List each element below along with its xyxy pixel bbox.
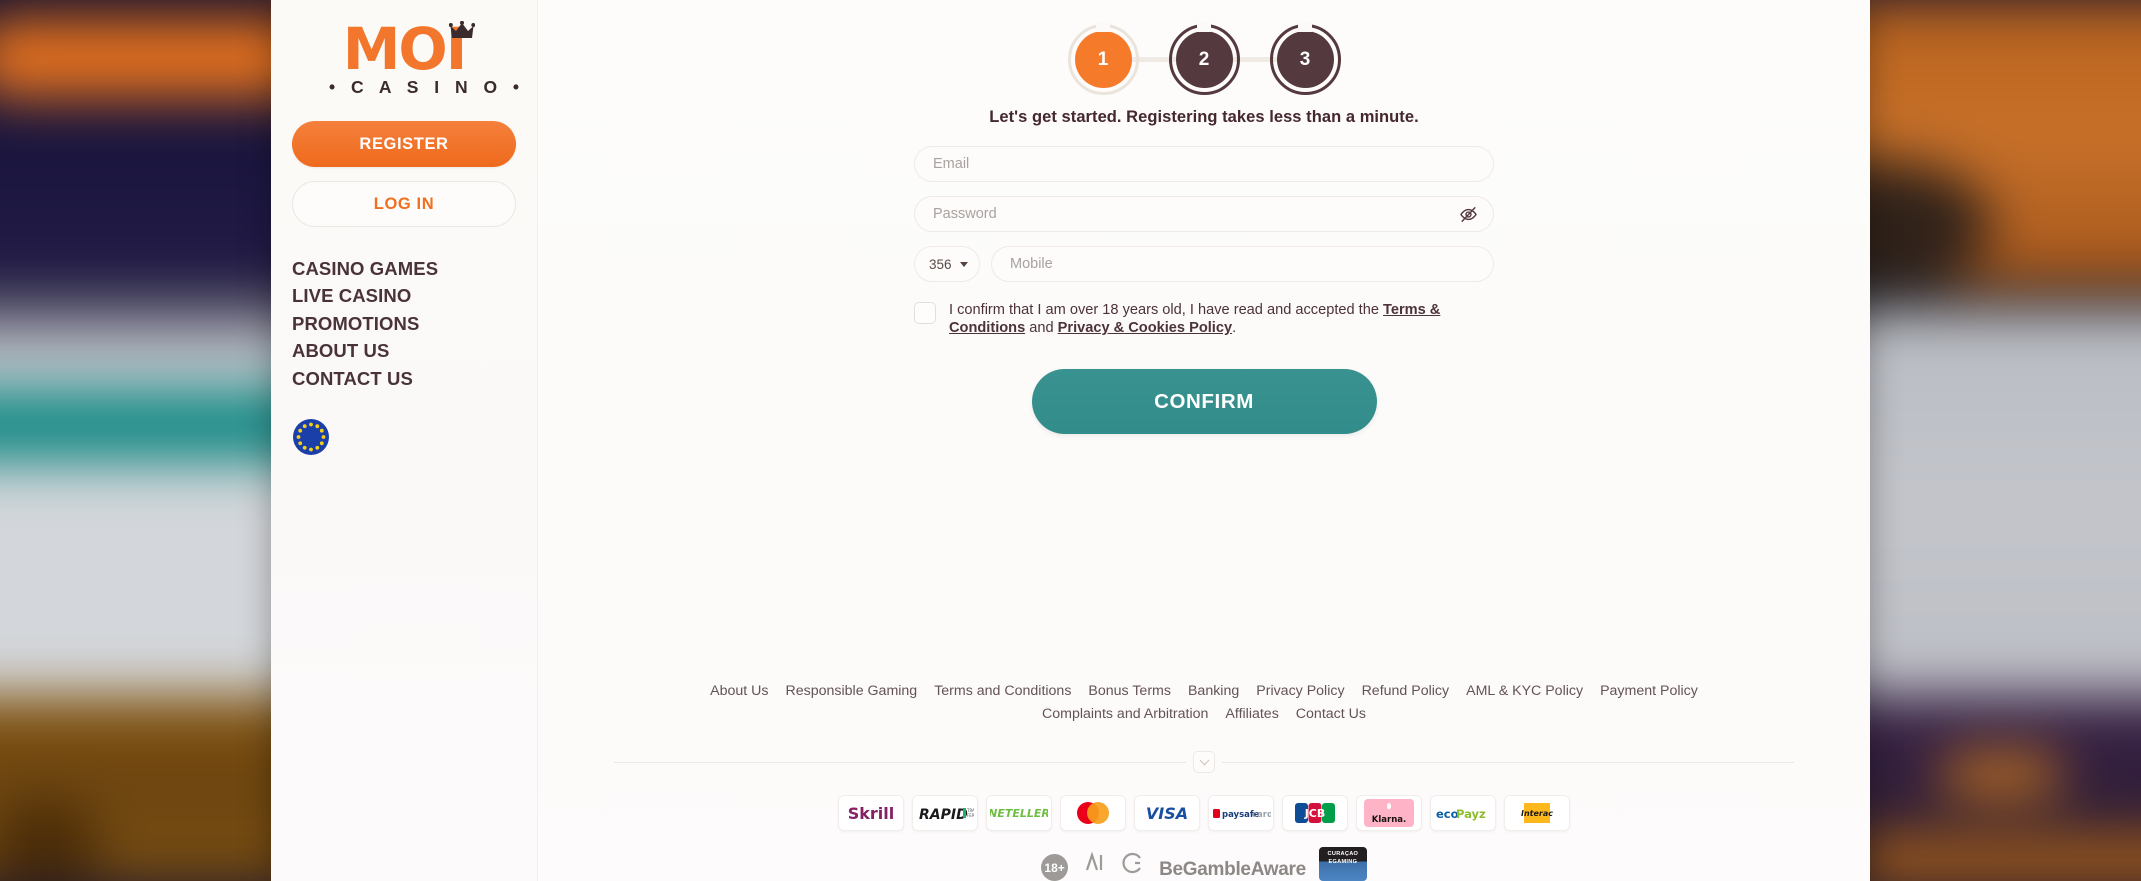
- footer-link-about-us[interactable]: About Us: [710, 681, 768, 702]
- login-button[interactable]: LOG IN: [292, 181, 516, 227]
- gamcare-icon: [1120, 850, 1146, 881]
- chevron-down-icon: [960, 261, 968, 267]
- trust-badges: 18+ BeGambleAware CURAÇAO EGAMING: [538, 847, 1870, 881]
- divider-line-left: [614, 761, 1186, 763]
- footer-link-aml-kyc-policy[interactable]: AML & KYC Policy: [1466, 681, 1583, 702]
- svg-text:JCB: JCB: [1304, 807, 1326, 820]
- footer-divider: [614, 751, 1794, 773]
- svg-text:Interac: Interac: [1521, 809, 1553, 818]
- svg-text:NETELLER: NETELLER: [990, 807, 1048, 820]
- payment-logo-skrill: Skrill: [838, 795, 904, 831]
- payment-logo-neteller: NETELLER: [986, 795, 1052, 831]
- confirm-row: CONFIRM: [914, 369, 1494, 435]
- license-line-1: CURAÇAO: [1327, 851, 1359, 857]
- svg-text:VISA: VISA: [1146, 804, 1188, 823]
- svg-text:Klarna.: Klarna.: [1372, 815, 1406, 825]
- eye-off-icon[interactable]: [1457, 203, 1479, 225]
- step-1[interactable]: 1: [1067, 24, 1139, 95]
- register-button[interactable]: REGISTER: [292, 121, 516, 167]
- svg-text:Payz: Payz: [1456, 807, 1486, 821]
- step-1-ring: [1067, 24, 1139, 95]
- payment-logo-visa: VISA: [1134, 795, 1200, 831]
- svg-text:Skrill: Skrill: [848, 804, 895, 823]
- phone-row: 356: [914, 246, 1494, 282]
- jester-crown-icon: [448, 20, 476, 46]
- sidebar-nav: CASINO GAMES LIVE CASINO PROMOTIONS ABOU…: [292, 255, 516, 393]
- curacao-egaming-license-badge[interactable]: CURAÇAO EGAMING: [1318, 847, 1367, 881]
- gamstop-icon: [1081, 850, 1107, 881]
- sidebar-item-contact-us[interactable]: CONTACT US: [292, 365, 516, 393]
- consent-prefix: I confirm that I am over 18 years old, I…: [949, 302, 1384, 318]
- country-code-value: 356: [929, 256, 952, 272]
- footer-link-affiliates[interactable]: Affiliates: [1225, 704, 1278, 725]
- svg-text:FER: FER: [967, 813, 974, 818]
- payment-methods: Skrill RAPIDTRANSFER NETELLER VISA paysa…: [538, 795, 1870, 831]
- footer-link-bonus-terms[interactable]: Bonus Terms: [1088, 681, 1171, 702]
- password-field-wrapper[interactable]: [914, 196, 1494, 232]
- registration-form: 356 I confirm that I am over 18 years ol…: [914, 146, 1494, 435]
- confirm-button[interactable]: CONFIRM: [1031, 369, 1377, 435]
- license-line-2: EGAMING: [1328, 858, 1358, 865]
- mobile-input[interactable]: [1010, 247, 1475, 281]
- registration-panel: 1 2 3 Let's get started. Registering tak…: [537, 0, 1870, 881]
- consent-text: I confirm that I am over 18 years old, I…: [949, 300, 1494, 337]
- registration-tagline: Let's get started. Registering takes les…: [989, 108, 1419, 126]
- payment-logo-mastercard: [1060, 795, 1126, 831]
- footer-link-banking[interactable]: Banking: [1188, 681, 1239, 702]
- svg-text:RAPID: RAPID: [919, 807, 968, 823]
- footer-link-responsible-gaming[interactable]: Responsible Gaming: [786, 681, 918, 702]
- step-3-ring: [1269, 24, 1341, 95]
- age-18-plus-icon: 18+: [1041, 854, 1069, 881]
- chevron-down-icon[interactable]: [1193, 751, 1215, 773]
- payment-logo-klarna: Klarna.: [1356, 795, 1422, 831]
- step-3[interactable]: 3: [1269, 24, 1341, 95]
- eu-flag-icon[interactable]: [292, 418, 330, 456]
- sidebar-item-about-us[interactable]: ABOUT US: [292, 338, 516, 366]
- password-input[interactable]: [933, 197, 1475, 231]
- mobile-field-wrapper[interactable]: [991, 246, 1494, 282]
- country-code-select[interactable]: 356: [914, 246, 980, 282]
- footer-link-privacy-policy[interactable]: Privacy Policy: [1256, 681, 1344, 702]
- footer-link-contact-us[interactable]: Contact Us: [1296, 704, 1366, 725]
- svg-text:card: card: [1252, 810, 1271, 820]
- consent-suffix: .: [1232, 320, 1237, 337]
- email-input[interactable]: [933, 147, 1475, 181]
- payment-logo-rapid-transfer: RAPIDTRANSFER: [912, 795, 978, 831]
- payment-logo-ecopayz: eco Payz: [1430, 795, 1496, 831]
- sidebar: MOI • C A S I N O • REGISTER LOG IN CASI…: [271, 0, 537, 881]
- email-field-wrapper[interactable]: [914, 146, 1494, 182]
- privacy-cookies-link[interactable]: Privacy & Cookies Policy: [1058, 320, 1232, 336]
- consent-conjunction: and: [1025, 320, 1058, 337]
- age-terms-checkbox[interactable]: [914, 302, 936, 324]
- footer-links: About Us Responsible Gaming Terms and Cond…: [538, 679, 1870, 725]
- payment-logo-interac: Interac: [1504, 795, 1570, 831]
- logo-subtitle: • C A S I N O •: [329, 77, 525, 98]
- divider-line-right: [1222, 761, 1794, 763]
- sidebar-item-promotions[interactable]: PROMOTIONS: [292, 310, 516, 338]
- step-indicator: 1 2 3: [538, 0, 1870, 95]
- footer-link-terms-and-conditions[interactable]: Terms and Conditions: [934, 681, 1071, 702]
- step-2-ring: [1168, 24, 1240, 95]
- footer-link-refund-policy[interactable]: Refund Policy: [1362, 681, 1450, 702]
- payment-logo-jcb: JCB: [1282, 795, 1348, 831]
- footer-link-payment-policy[interactable]: Payment Policy: [1600, 681, 1698, 702]
- site-logo[interactable]: MOI • C A S I N O •: [292, 8, 525, 113]
- footer-link-complaints-arbitration[interactable]: Complaints and Arbitration: [1042, 704, 1208, 725]
- footer: About Us Responsible Gaming Terms and Cond…: [538, 679, 1870, 881]
- consent-row: I confirm that I am over 18 years old, I…: [914, 300, 1494, 337]
- payment-logo-paysafecard: paysafe card: [1208, 795, 1274, 831]
- step-2[interactable]: 2: [1168, 24, 1240, 95]
- sidebar-item-live-casino[interactable]: LIVE CASINO: [292, 283, 516, 311]
- begambleaware-logo: BeGambleAware: [1159, 859, 1306, 880]
- sidebar-item-casino-games[interactable]: CASINO GAMES: [292, 255, 516, 283]
